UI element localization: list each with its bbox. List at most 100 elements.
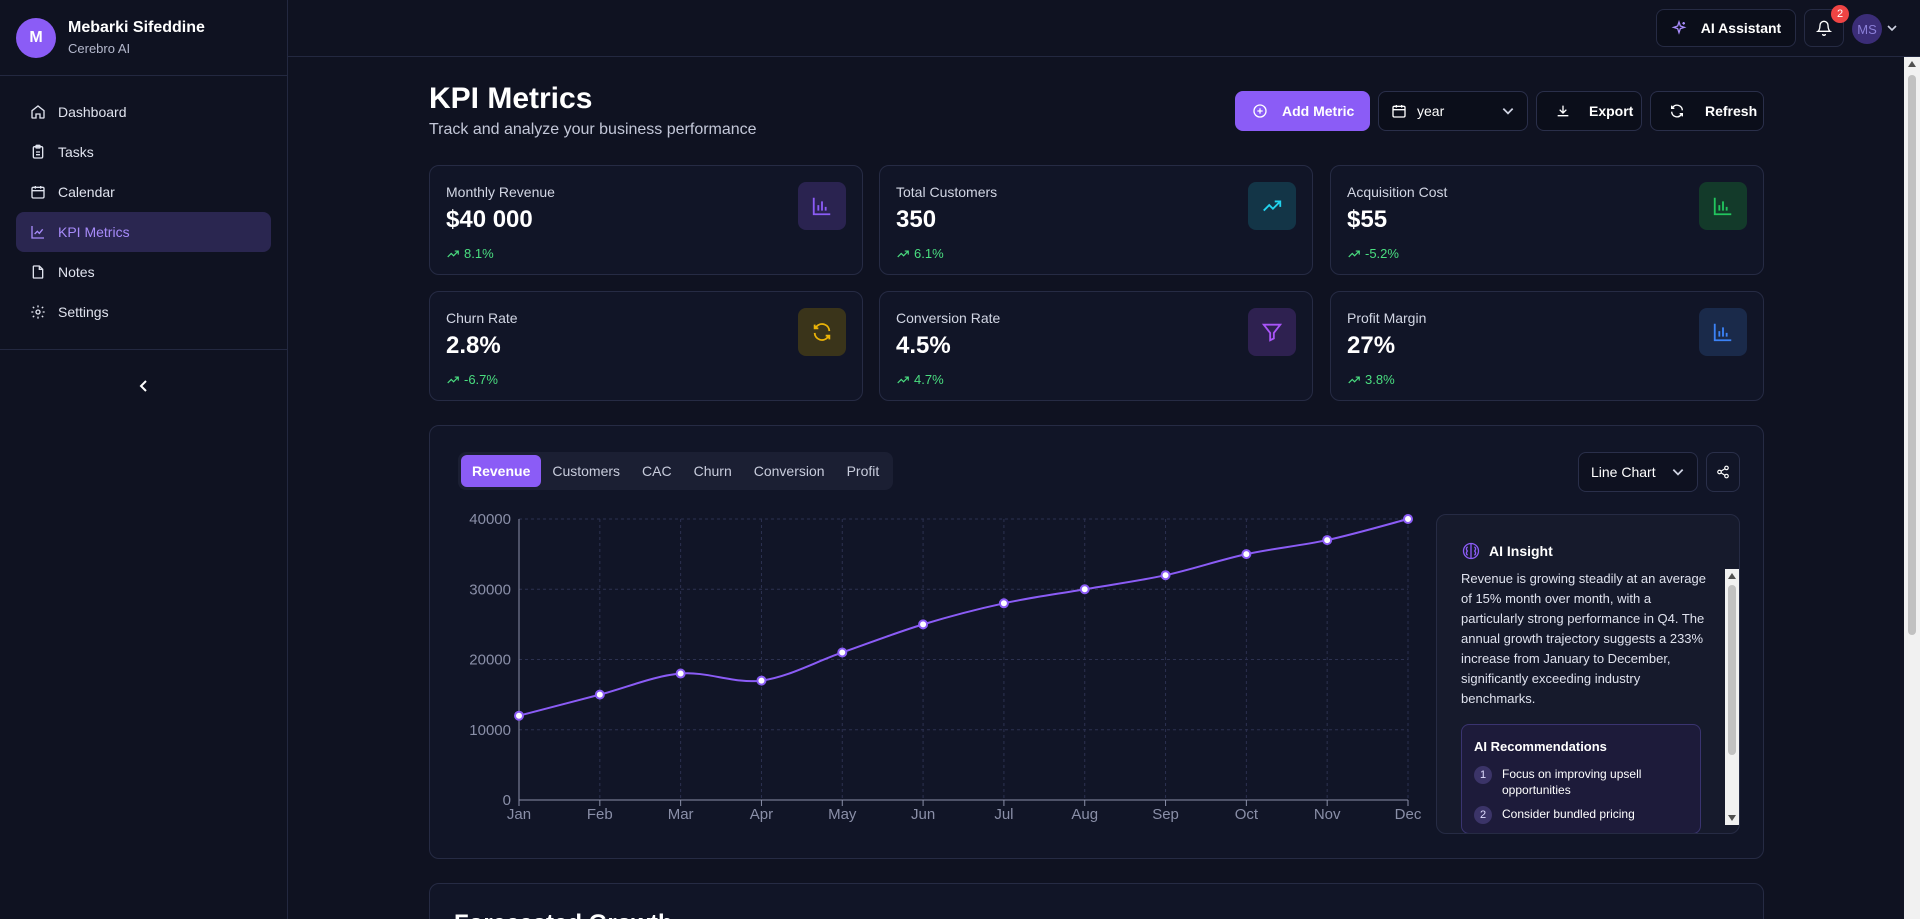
kpi-card-total-customers[interactable]: Total Customers 350 6.1% [879,165,1313,275]
chevron-left-icon [139,380,147,392]
recommendation-item: 1 Focus on improving upsell opportunitie… [1474,766,1674,798]
trending-up-icon [447,250,459,257]
file-icon [32,265,44,279]
user-avatar[interactable]: MS [1852,14,1882,44]
line-chart-icon [31,226,44,239]
scroll-down-arrow[interactable] [1728,815,1736,821]
tab-customers[interactable]: Customers [541,455,631,487]
chart-type-select[interactable]: Line Chart [1578,452,1698,492]
bar-chart-icon [812,197,831,216]
kpi-card-monthly-revenue[interactable]: Monthly Revenue $40 000 8.1% [429,165,863,275]
kpi-card-profit-margin[interactable]: Profit Margin 27% 3.8% [1330,291,1764,401]
home-icon [31,105,45,119]
sidebar-item-notes[interactable]: Notes [16,252,271,292]
recommendation-item: 2 Consider bundled pricing [1474,806,1674,824]
period-select[interactable]: year [1378,91,1528,131]
sidebar-item-tasks[interactable]: Tasks [16,132,271,172]
calendar-icon [1392,105,1406,118]
ai-recommendations-title: AI Recommendations [1474,739,1607,754]
kpi-icon-box [1248,308,1296,356]
kpi-label: Monthly Revenue [446,184,555,200]
tab-conversion[interactable]: Conversion [743,455,836,487]
kpi-icon-box [1699,308,1747,356]
tab-cac[interactable]: CAC [631,455,683,487]
share-button[interactable] [1706,452,1740,492]
tab-revenue[interactable]: Revenue [461,455,542,487]
kpi-change-value: 4.7% [914,372,944,387]
kpi-value: $40 000 [446,206,533,233]
profile[interactable]: M Mebarki Sifeddine Cerebro AI [0,0,287,76]
kpi-change-value: 3.8% [1365,372,1395,387]
sidebar-item-calendar[interactable]: Calendar [16,172,271,212]
chevron-down-icon [1887,25,1897,32]
kpi-change: 6.1% [896,246,944,261]
tab-profit[interactable]: Profit [836,455,891,487]
collapse-sidebar-button[interactable] [136,376,152,396]
scroll-up-arrow[interactable] [1908,61,1916,67]
kpi-icon-box [798,182,846,230]
user-menu-chevron[interactable] [1886,21,1898,39]
gear-icon [31,305,45,319]
kpi-card-acquisition-cost[interactable]: Acquisition Cost $55 -5.2% [1330,165,1764,275]
sidebar-item-label: Calendar [58,184,115,200]
kpi-label: Total Customers [896,184,998,200]
export-label: Export [1589,103,1634,119]
recommendation-number: 2 [1474,806,1492,824]
ai-insight-title-text: AI Insight [1489,543,1553,559]
sidebar: M Mebarki Sifeddine Cerebro AI Dashboard… [0,0,288,919]
kpi-label: Acquisition Cost [1347,184,1448,200]
scrollbar-thumb[interactable] [1728,585,1736,755]
brain-icon [1462,542,1480,560]
page-scrollbar[interactable] [1904,57,1920,919]
kpi-icon-box [1699,182,1747,230]
bell-icon [1816,20,1832,36]
scrollbar-thumb[interactable] [1908,75,1916,635]
metric-tabs: Revenue Customers CAC Churn Conversion P… [458,452,894,490]
kpi-icon-box [1248,182,1296,230]
ai-assistant-label: AI Assistant [1700,20,1782,36]
export-button[interactable]: Export [1536,91,1642,131]
trending-up-icon [897,250,909,257]
kpi-value: $55 [1347,206,1388,233]
ai-insight-text: Revenue is growing steadily at an averag… [1461,571,1706,706]
insight-scrollbar[interactable] [1725,569,1739,825]
notifications-button[interactable]: 2 [1804,5,1849,47]
kpi-change-value: -6.7% [464,372,498,387]
ai-assistant-button[interactable]: AI Assistant [1656,9,1796,47]
scroll-up-arrow[interactable] [1728,573,1736,579]
trending-up-icon [447,376,459,383]
notification-badge: 2 [1831,5,1849,23]
kpi-change-value: 6.1% [914,246,944,261]
sidebar-nav: Dashboard Tasks Calendar KPI Metrics Not… [0,76,287,350]
kpi-label: Churn Rate [446,310,518,326]
kpi-value: 350 [896,206,937,233]
chevron-down-icon [1672,469,1684,476]
refresh-label: Refresh [1705,103,1758,119]
ai-insight-panel: AI Insight Revenue is growing steadily a… [1436,514,1740,834]
refresh-button[interactable]: Refresh [1650,91,1764,131]
chevron-down-icon [1502,108,1514,115]
bar-chart-icon [1713,197,1732,216]
bar-chart-icon [1713,323,1732,342]
plus-circle-icon [1253,104,1267,118]
sidebar-item-kpi-metrics[interactable]: KPI Metrics [16,212,271,252]
tab-churn[interactable]: Churn [683,455,743,487]
ai-recommendations: AI Recommendations 1 Focus on improving … [1461,724,1701,833]
kpi-icon-box [798,308,846,356]
sidebar-item-label: KPI Metrics [58,224,130,240]
clipboard-icon [32,144,44,159]
profile-org: Cerebro AI [68,41,131,56]
kpi-card-conversion-rate[interactable]: Conversion Rate 4.5% 4.7% [879,291,1313,401]
recommendation-text: Consider bundled pricing [1502,807,1635,821]
recommendation-text: Focus on improving upsell opportunities [1502,767,1642,797]
sidebar-item-label: Dashboard [58,104,127,120]
sidebar-item-label: Notes [58,264,95,280]
period-value: year [1417,103,1445,119]
recommendation-number: 1 [1474,766,1492,784]
page-subtitle: Track and analyze your business performa… [429,121,757,138]
sidebar-item-dashboard[interactable]: Dashboard [16,92,271,132]
add-metric-button[interactable]: Add Metric [1235,91,1370,131]
sidebar-item-settings[interactable]: Settings [16,292,271,332]
trending-up-icon [1348,250,1360,257]
kpi-card-churn-rate[interactable]: Churn Rate 2.8% -6.7% [429,291,863,401]
